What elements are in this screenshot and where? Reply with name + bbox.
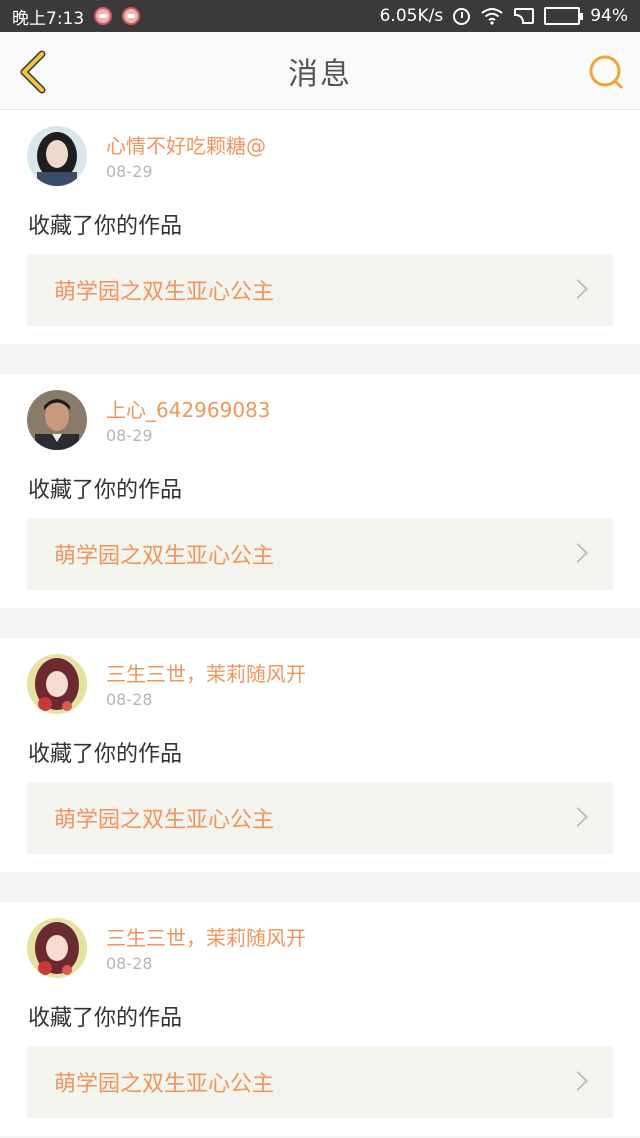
- notification-app-icon: [94, 7, 113, 25]
- avatar[interactable]: [27, 390, 87, 450]
- message-list: 心情不好吃颗糖@ 08-29 收藏了你的作品 萌学园之双生亚心公主 上心_642…: [0, 110, 640, 1138]
- network-speed: 6.05K/s: [379, 6, 444, 26]
- status-bar: 晚上7:13 6.05K/s 94%: [0, 0, 640, 32]
- message-card: 三生三世，茉莉随风开 08-28 收藏了你的作品 萌学园之双生亚心公主: [0, 902, 640, 1136]
- battery-percent: 94%: [590, 6, 628, 26]
- work-link[interactable]: 萌学园之双生亚心公主: [27, 1046, 613, 1118]
- message-username[interactable]: 三生三世，茉莉随风开: [106, 658, 306, 687]
- status-time: 晚上7:13: [12, 8, 85, 29]
- page-title: 消息: [288, 56, 352, 92]
- message-date: 08-28: [106, 954, 153, 973]
- message-username[interactable]: 上心_642969083: [106, 394, 271, 423]
- message-username[interactable]: 心情不好吃颗糖@: [106, 130, 266, 159]
- work-title: 萌学园之双生亚心公主: [54, 280, 275, 305]
- avatar[interactable]: [27, 918, 87, 978]
- message-date: 08-29: [106, 162, 153, 181]
- message-action: 收藏了你的作品: [28, 742, 183, 767]
- avatar[interactable]: [27, 654, 87, 714]
- work-title: 萌学园之双生亚心公主: [54, 544, 275, 569]
- message-card: 心情不好吃颗糖@ 08-29 收藏了你的作品 萌学园之双生亚心公主: [0, 110, 640, 344]
- search-icon[interactable]: [586, 52, 626, 92]
- work-link[interactable]: 萌学园之双生亚心公主: [27, 782, 613, 854]
- message-action: 收藏了你的作品: [28, 478, 183, 503]
- chevron-right-icon: [568, 543, 588, 563]
- chevron-right-icon: [568, 1071, 588, 1091]
- chevron-right-icon: [568, 807, 588, 827]
- message-date: 08-28: [106, 690, 153, 709]
- chevron-right-icon: [568, 279, 588, 299]
- work-title: 萌学园之双生亚心公主: [54, 1072, 275, 1097]
- back-arrow-icon[interactable]: [14, 50, 54, 94]
- battery-icon: [544, 7, 584, 25]
- work-title: 萌学园之双生亚心公主: [54, 808, 275, 833]
- alarm-icon: [453, 7, 471, 25]
- avatar[interactable]: [27, 126, 87, 186]
- message-action: 收藏了你的作品: [28, 1006, 183, 1031]
- work-link[interactable]: 萌学园之双生亚心公主: [27, 518, 613, 590]
- message-action: 收藏了你的作品: [28, 214, 183, 239]
- message-username[interactable]: 三生三世，茉莉随风开: [106, 922, 306, 951]
- message-card: 三生三世，茉莉随风开 08-28 收藏了你的作品 萌学园之双生亚心公主: [0, 638, 640, 872]
- app-header: 消息: [0, 32, 640, 110]
- cast-icon: [514, 8, 535, 24]
- wifi-icon: [481, 8, 503, 25]
- message-card: 上心_642969083 08-29 收藏了你的作品 萌学园之双生亚心公主: [0, 374, 640, 608]
- notification-app-icon-2: [122, 7, 141, 25]
- work-link[interactable]: 萌学园之双生亚心公主: [27, 254, 613, 326]
- message-date: 08-29: [106, 426, 153, 445]
